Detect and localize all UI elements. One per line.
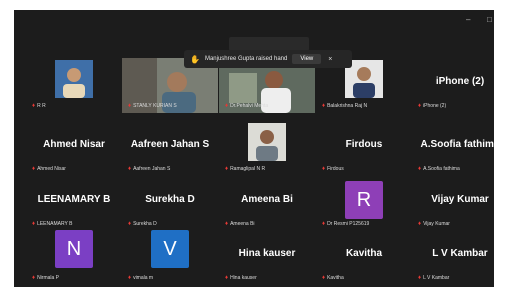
participant-name: A.Soofia fathima [420, 139, 494, 150]
raised-hand-notification: ✋ Manjushree Gupta raised hand View × [184, 50, 352, 68]
mic-muted-icon: ♦ [225, 165, 229, 172]
participant-tile-iphone[interactable]: iPhone (2) ♦ iPhone (2) [412, 58, 494, 113]
participant-label: Surekha D [133, 220, 157, 227]
avatar: V [151, 230, 189, 268]
mic-muted-icon: ♦ [418, 220, 422, 227]
participant-tile-hina[interactable]: Hina kauser ♦ Hina kauser [219, 230, 315, 285]
participant-name: iPhone (2) [435, 76, 485, 87]
raised-hand-icon: ✋ [190, 54, 200, 64]
mic-muted-icon: ♦ [128, 220, 132, 227]
participant-label: Hina kauser [230, 274, 257, 281]
participant-label: Dr.Pehalvi Mehta [230, 102, 269, 109]
mic-muted-icon: ♦ [32, 220, 36, 227]
participant-name: L V Kambar [432, 248, 488, 259]
mic-muted-icon: ♦ [225, 102, 229, 109]
mic-muted-icon: ♦ [128, 274, 132, 281]
participant-name: Ameena Bi [241, 194, 293, 205]
participant-label: Ramaglipal N R [230, 165, 266, 172]
participant-photo [248, 123, 286, 161]
participant-label: Vijay Kumar [423, 220, 450, 227]
participant-name: Firdous [345, 139, 383, 150]
participant-label: Ahmed Nisar [37, 165, 66, 172]
participant-name: LEENAMARY B [37, 194, 111, 205]
participant-name: Vijay Kumar [431, 194, 489, 205]
mic-muted-icon: ♦ [128, 102, 132, 109]
participant-tile-ahmed[interactable]: Ahmed Nisar ♦ Ahmed Nisar [26, 121, 122, 176]
participant-label: Nirmala P [37, 274, 60, 281]
participant-name: Hina kauser [238, 248, 296, 259]
participant-label: Balakrishna Raj N [327, 102, 368, 109]
participant-tile-kavitha[interactable]: Kavitha ♦ Kavitha [316, 230, 412, 285]
background-banner [229, 37, 309, 51]
avatar: R [345, 181, 383, 219]
mic-muted-icon: ♦ [418, 274, 422, 281]
participant-label: Firdous [327, 165, 344, 172]
mic-muted-icon: ♦ [225, 274, 229, 281]
participant-tile-asoofia[interactable]: A.Soofia fathima ♦ A.Soofia fathima [412, 121, 494, 176]
mic-muted-icon: ♦ [32, 165, 36, 172]
notification-text: Manjushree Gupta raised hand [204, 56, 288, 62]
view-button[interactable]: View [292, 54, 322, 64]
participant-label: Dr Resmi P125619 [327, 220, 370, 227]
participant-label: LEENAMARY B [37, 220, 73, 227]
participant-photo [55, 60, 93, 98]
participant-tile-vijay[interactable]: Vijay Kumar ♦ Vijay Kumar [412, 176, 494, 231]
participant-tile-aafreen[interactable]: Aafreen Jahan S ♦ Aafreen Jahan S [122, 121, 218, 176]
participant-name: Aafreen Jahan S [130, 139, 210, 150]
mic-muted-icon: ♦ [322, 102, 326, 109]
participant-label: STANLY KURIAN S [133, 102, 177, 109]
mic-muted-icon: ♦ [418, 165, 422, 172]
mic-muted-icon: ♦ [418, 102, 422, 109]
participant-label: vimala m [133, 274, 154, 281]
mic-muted-icon: ♦ [322, 274, 326, 281]
participant-tile-nirmala[interactable]: N ♦ Nirmala P [26, 230, 122, 285]
participant-tile-firdous[interactable]: Firdous ♦ Firdous [316, 121, 412, 176]
mic-muted-icon: ♦ [32, 274, 36, 281]
participant-tile-lvkambar[interactable]: L V Kambar ♦ L V Kambar [412, 230, 494, 285]
participant-tile-drr[interactable]: R ♦ Dr Resmi P125619 [316, 176, 412, 231]
participant-name: Surekha D [145, 194, 195, 205]
maximize-icon[interactable]: □ [487, 16, 492, 24]
mic-muted-icon: ♦ [225, 220, 229, 227]
mic-muted-icon: ♦ [32, 102, 36, 109]
participant-label: L V Kambar [423, 274, 450, 281]
participant-tile-ameena[interactable]: Ameena Bi ♦ Ameena Bi [219, 176, 315, 231]
minimize-icon[interactable]: – [466, 16, 470, 24]
mic-muted-icon: ♦ [322, 165, 326, 172]
participant-tile-leenamary[interactable]: LEENAMARY B ♦ LEENAMARY B [26, 176, 122, 231]
participant-tile-ramalingal[interactable]: ♦ Ramaglipal N R [219, 121, 315, 176]
participant-label: Aafreen Jahan S [133, 165, 171, 172]
participant-tile-rr[interactable]: ♦ R R [26, 58, 122, 113]
participant-name: Kavitha [345, 248, 383, 259]
participant-label: Ameena Bi [230, 220, 255, 227]
participant-label: A.Soofia fathima [423, 165, 460, 172]
mic-muted-icon: ♦ [322, 220, 326, 227]
mic-muted-icon: ♦ [128, 165, 132, 172]
participant-label: iPhone (2) [423, 102, 447, 109]
participant-tile-vimala[interactable]: V ♦ vimala m [122, 230, 218, 285]
participant-label: Kavitha [327, 274, 344, 281]
participant-tile-surekha[interactable]: Surekha D ♦ Surekha D [122, 176, 218, 231]
participant-name: Ahmed Nisar [43, 139, 105, 150]
close-icon[interactable]: × [328, 56, 332, 63]
avatar: N [55, 230, 93, 268]
participant-label: R R [37, 102, 46, 109]
meeting-window: – □ ♦ R R ♦ STANLY KURIAN S ♦ Dr.Pehalvi Me… [14, 10, 494, 287]
